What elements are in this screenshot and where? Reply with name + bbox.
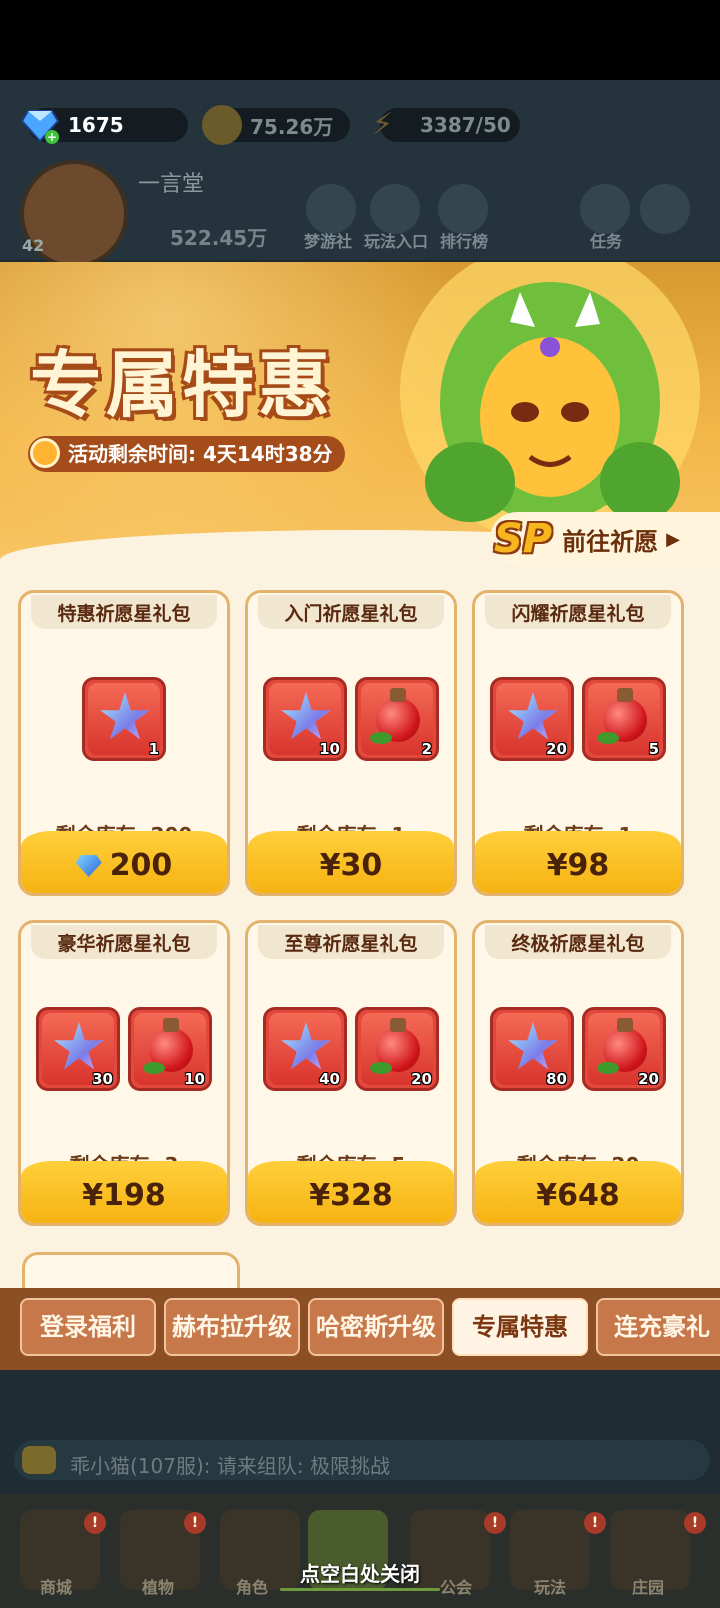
- notification-dot: !: [84, 1512, 106, 1534]
- gold-counter[interactable]: 75.26万: [202, 105, 350, 145]
- notification-dot: !: [684, 1512, 706, 1534]
- sp-badge: SP: [494, 516, 553, 562]
- wish-star-item[interactable]: 1: [82, 677, 166, 761]
- price-button[interactable]: ¥30: [248, 848, 454, 883]
- price-button[interactable]: ¥648: [475, 1178, 681, 1213]
- arrow-right-icon: ▶: [666, 528, 680, 550]
- potion-item[interactable]: 20: [582, 1007, 666, 1091]
- energy-count: 3387/50: [420, 113, 511, 137]
- potion-item[interactable]: 20: [355, 1007, 439, 1091]
- item-quantity: 5: [648, 740, 659, 758]
- price-button[interactable]: ¥198: [21, 1178, 227, 1213]
- pack-card[interactable]: 入门祈愿星礼包 10 2 剩余库存: 1 ¥30: [245, 590, 457, 896]
- pack-title: 入门祈愿星礼包: [284, 603, 418, 625]
- go-wish-button[interactable]: SP 前往祈愿 ▶: [490, 512, 720, 566]
- player-level: 42: [22, 236, 45, 255]
- potion-item[interactable]: 2: [355, 677, 439, 761]
- pack-items: 20 5: [475, 677, 681, 761]
- item-quantity: 20: [638, 1070, 659, 1088]
- pack-title: 闪耀祈愿星礼包: [511, 603, 645, 625]
- lightning-icon: ⚡: [372, 107, 394, 142]
- status-bar: [0, 0, 720, 80]
- price-label: 200: [109, 848, 173, 883]
- pack-items: 10 2: [248, 677, 454, 761]
- wish-star-item[interactable]: 40: [263, 1007, 347, 1091]
- pack-title: 豪华祈愿星礼包: [57, 933, 191, 955]
- item-quantity: 2: [421, 740, 432, 758]
- wish-star-item[interactable]: 10: [263, 677, 347, 761]
- more-icon: [640, 184, 690, 234]
- pack-title: 至尊祈愿星礼包: [284, 933, 418, 955]
- pack-items: 30 10: [21, 1007, 227, 1091]
- top-icon-label: 玩法入口: [364, 232, 429, 251]
- svg-text:+: +: [47, 130, 57, 144]
- pack-card[interactable]: 豪华祈愿星礼包 30 10 剩余库存: 3 ¥198: [18, 920, 230, 1226]
- player-power: 522.45万: [170, 226, 268, 250]
- price-button[interactable]: ¥328: [248, 1178, 454, 1213]
- dream-club-icon: [306, 184, 356, 234]
- close-hint[interactable]: 点空白处关闭: [0, 1558, 720, 1587]
- energy-counter[interactable]: ⚡ 3387/50: [372, 107, 520, 142]
- ranking-icon: [438, 184, 488, 234]
- item-quantity: 20: [546, 740, 567, 758]
- potion-item[interactable]: 5: [582, 677, 666, 761]
- pack-card[interactable]: 闪耀祈愿星礼包 20 5 剩余库存: 1 ¥98: [472, 590, 684, 896]
- price-button[interactable]: ¥98: [475, 848, 681, 883]
- clock-icon: [30, 438, 60, 468]
- item-quantity: 20: [411, 1070, 432, 1088]
- gem-icon: +: [20, 110, 60, 144]
- item-quantity: 80: [546, 1070, 567, 1088]
- notification-dot: !: [484, 1512, 506, 1534]
- pack-card[interactable]: 至尊祈愿星礼包 40 20 剩余库存: 5 ¥328: [245, 920, 457, 1226]
- wish-star-item[interactable]: 30: [36, 1007, 120, 1091]
- close-hint-underline: [280, 1588, 440, 1591]
- item-quantity: 30: [92, 1070, 113, 1088]
- pack-card[interactable]: 特惠祈愿星礼包 1 剩余库存: 200 200: [18, 590, 230, 896]
- potion-item[interactable]: 10: [128, 1007, 212, 1091]
- item-quantity: 10: [319, 740, 340, 758]
- offer-tab-bar: 登录福利 赫布拉升级 哈密斯升级 专属特惠 连充豪礼: [0, 1288, 720, 1370]
- price-button[interactable]: 200: [21, 848, 227, 883]
- offer-banner: 专属特惠 活动剩余时间: 4天14时38分 SP 前往祈愿 ▶: [0, 262, 720, 582]
- page-title: 专属特惠: [30, 343, 335, 427]
- tab-special-offer[interactable]: 专属特惠: [452, 1298, 588, 1356]
- gamepad-icon: [370, 184, 420, 234]
- pack-title: 终极祈愿星礼包: [511, 933, 645, 955]
- pack-card-partial[interactable]: [22, 1252, 240, 1288]
- item-quantity: 10: [184, 1070, 205, 1088]
- pack-items: 40 20: [248, 1007, 454, 1091]
- gem-count: 1675: [68, 113, 124, 137]
- pack-items: 80 20: [475, 1007, 681, 1091]
- player-name: 一言堂: [138, 172, 205, 197]
- pack-title: 特惠祈愿星礼包: [57, 603, 191, 625]
- pack-items: 1: [21, 677, 227, 761]
- gem-counter[interactable]: + 1675: [20, 108, 188, 144]
- chat-message: 乖小猫(107服): 请来组队: 极限挑战: [70, 1454, 390, 1478]
- top-icon-label: 梦游社: [304, 232, 353, 251]
- gem-icon: [75, 855, 102, 877]
- wish-star-item[interactable]: 80: [490, 1007, 574, 1091]
- notification-dot: !: [184, 1512, 206, 1534]
- top-icon-label: 任务: [590, 232, 623, 251]
- top-icon-label: 排行榜: [440, 232, 489, 251]
- tab-recharge-gift[interactable]: 连充豪礼: [596, 1298, 720, 1356]
- go-wish-label: 前往祈愿: [562, 527, 659, 556]
- wish-star-item[interactable]: 20: [490, 677, 574, 761]
- tab-hamis-upgrade[interactable]: 哈密斯升级: [308, 1298, 444, 1356]
- pack-card[interactable]: 终极祈愿星礼包 80 20 剩余库存: 20 ¥648: [472, 920, 684, 1226]
- item-quantity: 40: [319, 1070, 340, 1088]
- gold-count: 75.26万: [250, 114, 334, 139]
- item-quantity: 1: [148, 740, 159, 758]
- event-timer: 活动剩余时间: 4天14时38分: [28, 436, 345, 472]
- tab-login-bonus[interactable]: 登录福利: [20, 1298, 156, 1356]
- tab-hebula-upgrade[interactable]: 赫布拉升级: [164, 1298, 300, 1356]
- chat-icon: [22, 1446, 56, 1474]
- special-offer-panel: 专属特惠 活动剩余时间: 4天14时38分 SP 前往祈愿 ▶ 特惠祈愿星礼包 …: [0, 262, 720, 1288]
- gold-icon: [202, 105, 242, 145]
- task-icon: [580, 184, 630, 234]
- notification-dot: !: [584, 1512, 606, 1534]
